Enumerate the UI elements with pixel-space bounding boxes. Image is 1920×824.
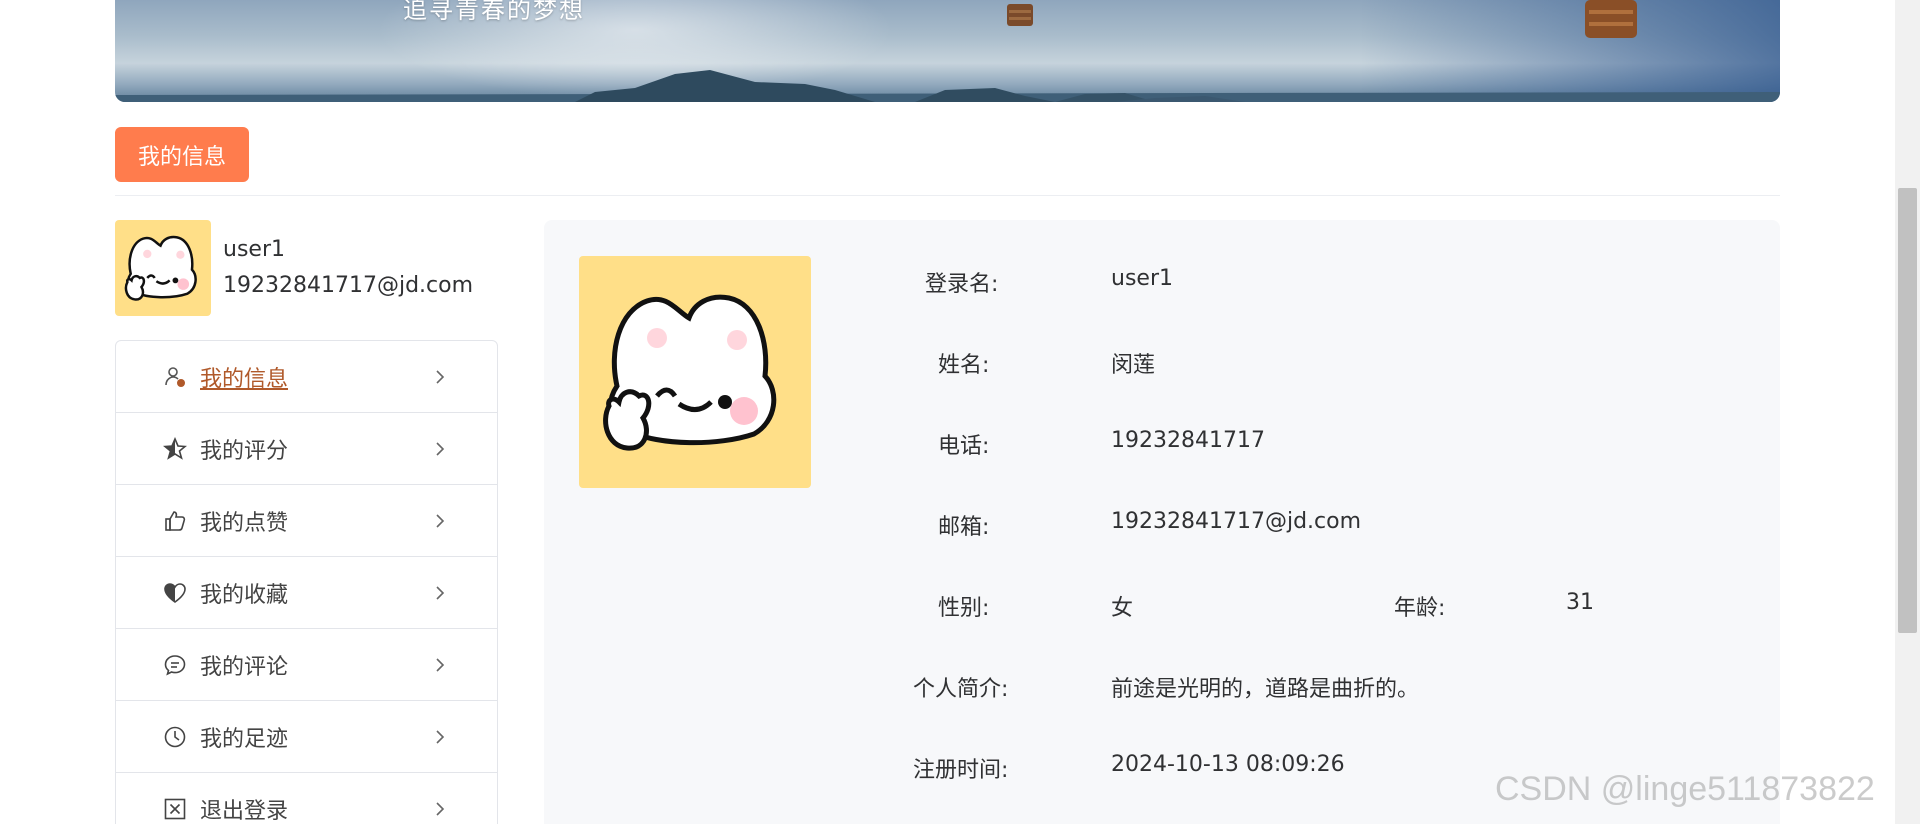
close-box-icon <box>164 798 186 820</box>
menu-item-label: 我的评论 <box>200 654 289 680</box>
thumb-up-icon <box>165 511 186 531</box>
page: 追寻青春的梦想 我的信息 user1 19232841717@jd.com 我的… <box>0 0 1920 824</box>
banner-slogan: 追寻青春的梦想 <box>403 0 585 24</box>
menu-item-label: 我的足迹 <box>200 726 289 752</box>
tab-divider <box>115 195 1780 196</box>
clock-icon <box>164 726 186 748</box>
chat-icon <box>164 655 186 676</box>
watermark: CSDN @linge511873822 <box>1495 770 1875 808</box>
banner-image: 追寻青春的梦想 <box>115 0 1780 102</box>
menu-item-label: 我的点赞 <box>200 510 289 536</box>
phone-value: 19232841717 <box>1111 428 1265 453</box>
bunny-avatar-icon <box>603 294 777 451</box>
bio-label: 个人简介: <box>913 677 1009 702</box>
hot-air-balloon-basket-right <box>1585 0 1637 38</box>
user-username: user1 <box>223 237 285 262</box>
menu-item-my-history[interactable]: 我的足迹 <box>116 701 497 773</box>
star-icon <box>163 437 187 460</box>
menu-item-logout[interactable]: 退出登录 <box>116 773 497 824</box>
banner-landscape <box>115 0 1780 102</box>
gender-value: 女 <box>1111 596 1134 621</box>
email-value: 19232841717@jd.com <box>1111 509 1362 534</box>
user-email: 19232841717@jd.com <box>223 273 474 298</box>
age-label: 年龄: <box>1394 596 1446 621</box>
menu-item-label: 我的收藏 <box>200 582 289 608</box>
profile-avatar[interactable] <box>579 256 811 488</box>
phone-label: 电话: <box>938 434 990 459</box>
register-time-label: 注册时间: <box>913 758 1009 783</box>
menu-item-my-likes[interactable]: 我的点赞 <box>116 485 497 557</box>
hot-air-balloon-basket-left <box>1007 4 1033 26</box>
real-name-label: 姓名: <box>938 353 990 378</box>
real-name-value: 闵莲 <box>1111 353 1156 378</box>
chevron-right-icon <box>436 442 445 456</box>
chevron-right-icon <box>436 514 445 528</box>
avatar[interactable] <box>115 220 211 316</box>
heart-icon <box>164 583 186 603</box>
chevron-right-icon <box>436 658 445 672</box>
side-menu: 我的信息 我的评分 我的点赞 我的收藏 我的评论 我的足迹 退出登录 <box>115 340 498 824</box>
chevron-right-icon <box>436 586 445 600</box>
login-name-label: 登录名: <box>925 272 999 297</box>
menu-item-my-info[interactable]: 我的信息 <box>116 341 497 413</box>
chevron-right-icon <box>436 370 445 384</box>
chevron-right-icon <box>436 730 445 744</box>
menu-item-my-ratings[interactable]: 我的评分 <box>116 413 497 485</box>
menu-item-label: 退出登录 <box>200 798 289 824</box>
login-name-value: user1 <box>1111 266 1173 291</box>
gender-label: 性别: <box>938 596 990 621</box>
menu-item-my-favorites[interactable]: 我的收藏 <box>116 557 497 629</box>
age-value: 31 <box>1566 590 1594 615</box>
chevron-right-icon <box>436 802 445 816</box>
user-icon <box>165 367 185 387</box>
scrollbar-thumb[interactable] <box>1898 188 1917 633</box>
register-time-value: 2024-10-13 08:09:26 <box>1111 752 1345 777</box>
menu-item-label: 我的信息 <box>200 366 289 392</box>
bunny-avatar-icon <box>124 235 197 301</box>
menu-item-my-comments[interactable]: 我的评论 <box>116 629 497 701</box>
tab-my-info[interactable]: 我的信息 <box>115 127 249 182</box>
bio-value: 前途是光明的，道路是曲折的。 <box>1111 677 1420 702</box>
email-label: 邮箱: <box>938 515 990 540</box>
menu-item-label: 我的评分 <box>200 438 289 464</box>
